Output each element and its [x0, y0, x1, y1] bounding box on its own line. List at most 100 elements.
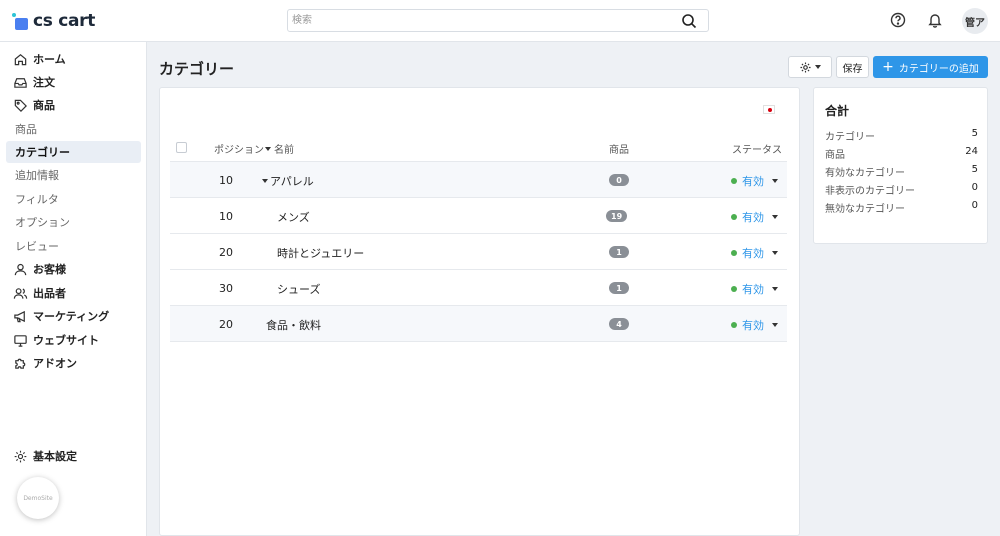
summary-label: 商品 [825, 150, 845, 161]
column-header-label: ポジション [214, 145, 264, 156]
japan-flag-icon[interactable] [763, 105, 775, 114]
logo-text: cs cart [33, 11, 96, 31]
status-dropdown[interactable]: 有効 [731, 173, 778, 189]
row-name-label[interactable]: アパレル [270, 173, 314, 189]
chevron-down-icon [772, 179, 778, 183]
sidebar-subitem-options[interactable]: オプション [6, 211, 141, 233]
tag-icon [14, 99, 27, 112]
sidebar-item-label: マーケティング [33, 310, 110, 323]
summary-value: 5 [971, 164, 978, 175]
table-row[interactable]: 30 シューズ 1 有効 [170, 270, 787, 306]
product-count-badge: 0 [609, 174, 629, 186]
bell-icon[interactable] [926, 11, 944, 29]
status-dot [731, 250, 737, 256]
sidebar-item-label: アドオン [33, 357, 77, 370]
monitor-icon [14, 334, 27, 347]
summary-label: カテゴリー [825, 132, 875, 143]
chevron-down-icon [772, 251, 778, 255]
sidebar-subitem-filters[interactable]: フィルタ [6, 188, 141, 210]
help-icon[interactable] [889, 11, 907, 29]
sidebar-item-label: レビュー [15, 240, 59, 253]
summary-row: 有効なカテゴリー 5 [825, 164, 978, 179]
row-position[interactable]: 20 [219, 246, 233, 259]
user-icon [14, 263, 27, 275]
row-name[interactable]: 時計とジュエリー [277, 245, 364, 261]
avatar[interactable]: 管ア [962, 8, 988, 34]
row-name[interactable]: メンズ [277, 209, 310, 225]
sidebar-item-label: 基本設定 [33, 450, 77, 463]
select-all-checkbox[interactable] [176, 142, 187, 153]
sidebar-item-marketing[interactable]: マーケティング [6, 305, 141, 327]
sidebar-item-label: お客様 [33, 263, 66, 276]
summary-value: 5 [971, 128, 978, 139]
expand-caret-icon[interactable] [262, 179, 268, 183]
status-label: 有効 [742, 175, 764, 188]
chevron-down-icon [815, 65, 821, 69]
sidebar-item-label: 注文 [33, 76, 55, 89]
sidebar-item-label: 商品 [33, 99, 55, 112]
summary-value: 0 [971, 200, 978, 211]
sidebar-item-settings[interactable]: 基本設定 [6, 445, 141, 467]
gear-icon [14, 450, 27, 462]
settings-dropdown-button[interactable] [788, 56, 832, 78]
home-icon [14, 53, 27, 65]
save-button[interactable]: 保存 [836, 56, 869, 78]
plus-icon: + [882, 59, 894, 75]
sidebar-item-label: 追加情報 [15, 169, 59, 182]
search-input[interactable] [292, 12, 672, 29]
demo-site-button[interactable]: DemoSite [17, 477, 59, 519]
row-position[interactable]: 10 [219, 174, 233, 187]
summary-title: 合計 [825, 104, 850, 118]
row-name[interactable]: アパレル [262, 173, 314, 189]
sidebar-item-home[interactable]: ホーム [6, 48, 141, 70]
column-header-products[interactable]: 商品 [609, 141, 629, 156]
sidebar-subitem-features[interactable]: 追加情報 [6, 164, 141, 186]
sidebar-item-label: ホーム [33, 53, 66, 66]
column-header-status[interactable]: ステータス [732, 141, 782, 156]
table-row[interactable]: 10 メンズ 19 有効 [170, 198, 787, 234]
sidebar-item-vendors[interactable]: 出品者 [6, 282, 141, 304]
summary-label: 無効なカテゴリー [825, 204, 905, 215]
summary-value: 24 [965, 146, 978, 157]
column-header-name[interactable]: 名前 [274, 141, 294, 156]
add-category-button[interactable]: + カテゴリーの追加 [873, 56, 988, 78]
product-count-badge: 1 [609, 282, 629, 294]
summary-value: 0 [971, 182, 978, 193]
table-row[interactable]: 20 食品・飲料 4 有効 [170, 306, 787, 342]
sort-down-icon [265, 146, 271, 151]
status-dropdown[interactable]: 有効 [731, 281, 778, 297]
summary-label: 非表示のカテゴリー [825, 186, 915, 197]
users-icon [13, 287, 28, 299]
table-row[interactable]: 10 アパレル 0 有効 [170, 162, 787, 198]
status-dropdown[interactable]: 有効 [731, 317, 778, 333]
column-header-position[interactable]: ポジション [214, 141, 271, 156]
sidebar-item-customers[interactable]: お客様 [6, 258, 141, 280]
row-name[interactable]: 食品・飲料 [266, 317, 321, 333]
chevron-down-icon [772, 287, 778, 291]
add-category-label: カテゴリーの追加 [898, 63, 979, 75]
sidebar-item-orders[interactable]: 注文 [6, 71, 141, 93]
sidebar: ホーム 注文 商品 商品 カテゴリー 追加情報 フィルタ オプション レビュー … [0, 42, 147, 536]
row-position[interactable]: 20 [219, 318, 233, 331]
row-name[interactable]: シューズ [277, 281, 320, 297]
sidebar-item-website[interactable]: ウェブサイト [6, 329, 141, 351]
status-dropdown[interactable]: 有効 [731, 209, 778, 225]
page-title: カテゴリー [159, 60, 235, 78]
status-dropdown[interactable]: 有効 [731, 245, 778, 261]
sidebar-item-label: カテゴリー [15, 146, 70, 159]
summary-label: 有効なカテゴリー [825, 168, 905, 179]
sidebar-subitem-reviews[interactable]: レビュー [6, 235, 141, 257]
status-dot [731, 178, 737, 184]
row-position[interactable]: 30 [219, 282, 233, 295]
sidebar-item-products[interactable]: 商品 [6, 94, 141, 116]
search-icon[interactable] [681, 13, 697, 29]
sidebar-subitem-products[interactable]: 商品 [6, 118, 141, 140]
sidebar-subitem-categories[interactable]: カテゴリー [6, 141, 141, 163]
chevron-down-icon [772, 215, 778, 219]
status-dot [731, 286, 737, 292]
sidebar-item-addons[interactable]: アドオン [6, 352, 141, 374]
table-row[interactable]: 20 時計とジュエリー 1 有効 [170, 234, 787, 270]
row-position[interactable]: 10 [219, 210, 233, 223]
summary-row: 無効なカテゴリー 0 [825, 200, 978, 215]
logo[interactable]: cs cart [12, 11, 95, 31]
